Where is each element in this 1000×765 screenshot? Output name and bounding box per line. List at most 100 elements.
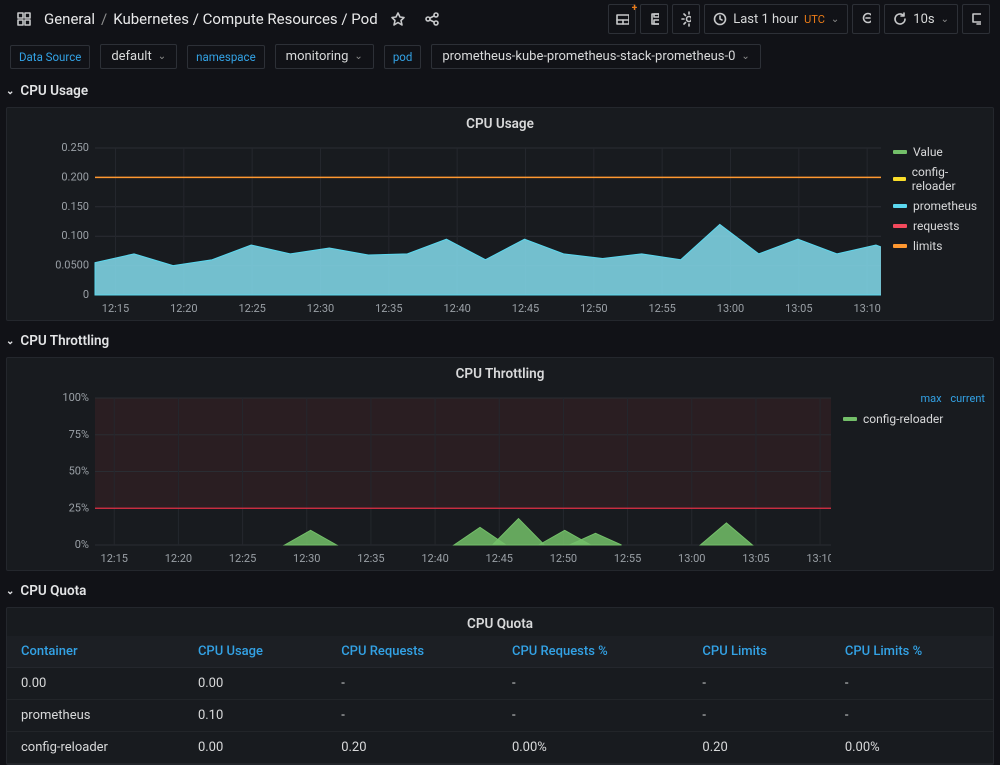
var-datasource-label: Data Source xyxy=(10,45,90,69)
legend-item-config-reloader[interactable]: config-reloader xyxy=(843,409,985,429)
row-cpu-usage-title: CPU Usage xyxy=(20,83,88,99)
row-cpu-quota-header[interactable]: ⌄ CPU Quota xyxy=(0,579,1000,603)
breadcrumb: General / Kubernetes / Compute Resources… xyxy=(44,10,378,28)
legend-col-current[interactable]: current xyxy=(950,392,985,405)
refresh-interval: 10s xyxy=(913,12,934,27)
svg-text:12:25: 12:25 xyxy=(238,302,265,315)
chevron-down-icon: ⌄ xyxy=(354,51,362,62)
row-cpu-throttling-header[interactable]: ⌄ CPU Throttling xyxy=(0,329,1000,353)
svg-text:13:00: 13:00 xyxy=(678,552,705,565)
zoom-out-icon[interactable] xyxy=(852,4,880,34)
settings-gear-icon[interactable] xyxy=(672,4,700,34)
time-range-picker[interactable]: Last 1 hour UTC ⌄ xyxy=(704,4,848,34)
legend-item-config-reloader[interactable]: config-reloader xyxy=(893,162,985,196)
svg-text:0%: 0% xyxy=(75,538,89,551)
svg-text:12:50: 12:50 xyxy=(580,302,607,315)
col-cpu-usage[interactable]: CPU Usage xyxy=(184,636,327,668)
svg-text:12:45: 12:45 xyxy=(512,302,539,315)
var-pod-value: prometheus-kube-prometheus-stack-prometh… xyxy=(442,49,735,64)
breadcrumb-folder[interactable]: General xyxy=(44,10,95,28)
var-pod-label: pod xyxy=(384,45,422,69)
table-cell: - xyxy=(688,700,830,732)
svg-text:12:15: 12:15 xyxy=(102,302,129,315)
cpu-throttling-legend: max current config-reloader xyxy=(835,386,993,570)
legend-item-value[interactable]: Value xyxy=(893,142,985,162)
svg-text:12:55: 12:55 xyxy=(614,552,641,565)
add-panel-icon[interactable] xyxy=(608,4,636,34)
legend-item-requests[interactable]: requests xyxy=(893,216,985,236)
table-cell: 0.00 xyxy=(184,668,327,700)
dashboard-grid-icon[interactable] xyxy=(10,5,38,33)
svg-text:12:35: 12:35 xyxy=(357,552,384,565)
svg-text:0.150: 0.150 xyxy=(61,200,89,213)
svg-text:0: 0 xyxy=(83,288,89,301)
chevron-down-icon: ⌄ xyxy=(741,51,749,62)
panel-cpu-quota: CPU Quota Container CPU Usage CPU Reques… xyxy=(6,607,994,765)
svg-text:0.100: 0.100 xyxy=(61,229,89,242)
table-cell: - xyxy=(498,668,688,700)
template-variables-row: Data Source default ⌄ namespace monitori… xyxy=(0,38,1000,79)
chevron-down-icon: ⌄ xyxy=(941,14,949,25)
panel-cpu-usage-title: CPU Usage xyxy=(7,108,993,136)
svg-text:12:40: 12:40 xyxy=(443,302,470,315)
var-datasource-select[interactable]: default ⌄ xyxy=(100,44,177,69)
var-datasource-value: default xyxy=(111,49,151,64)
svg-text:25%: 25% xyxy=(69,501,89,514)
legend-item-prometheus[interactable]: prometheus xyxy=(893,196,985,216)
svg-text:12:45: 12:45 xyxy=(486,552,513,565)
legend-item-limits[interactable]: limits xyxy=(893,236,985,256)
cpu-throttling-chart[interactable]: 0%25%50%75%100%12:1512:2012:2512:3012:35… xyxy=(7,386,835,570)
table-cell: - xyxy=(327,668,498,700)
var-namespace-select[interactable]: monitoring ⌄ xyxy=(275,44,374,69)
table-cell: 0.00 xyxy=(184,732,327,764)
topbar: General / Kubernetes / Compute Resources… xyxy=(0,0,1000,38)
row-cpu-usage-header[interactable]: ⌄ CPU Usage xyxy=(0,79,1000,103)
col-cpu-requests-pct[interactable]: CPU Requests % xyxy=(498,636,688,668)
svg-text:12:20: 12:20 xyxy=(170,302,197,315)
svg-text:12:50: 12:50 xyxy=(550,552,577,565)
cpu-usage-chart[interactable]: 00.05000.1000.1500.2000.25012:1512:2012:… xyxy=(7,136,885,320)
svg-text:50%: 50% xyxy=(69,465,89,478)
breadcrumb-sep: / xyxy=(101,10,107,28)
chevron-down-icon: ⌄ xyxy=(158,51,166,62)
table-cell: 0.20 xyxy=(688,732,830,764)
table-cell: - xyxy=(498,700,688,732)
col-cpu-limits-pct[interactable]: CPU Limits % xyxy=(831,636,993,668)
table-cell: 0.00 xyxy=(7,668,184,700)
share-icon[interactable] xyxy=(418,5,446,33)
table-cell: 0.20 xyxy=(327,732,498,764)
svg-text:12:40: 12:40 xyxy=(421,552,448,565)
panel-cpu-throttling: CPU Throttling 0%25%50%75%100%12:1512:20… xyxy=(6,357,994,571)
table-cell: - xyxy=(831,668,993,700)
svg-text:13:05: 13:05 xyxy=(785,302,812,315)
svg-text:0.0500: 0.0500 xyxy=(55,259,89,272)
col-cpu-limits[interactable]: CPU Limits xyxy=(688,636,830,668)
breadcrumb-dashboard[interactable]: Kubernetes / Compute Resources / Pod xyxy=(113,10,377,28)
col-cpu-requests[interactable]: CPU Requests xyxy=(327,636,498,668)
table-row: config-reloader0.000.200.00%0.200.00% xyxy=(7,732,993,764)
legend-col-max[interactable]: max xyxy=(920,392,941,405)
star-icon[interactable] xyxy=(384,5,412,33)
svg-text:13:10: 13:10 xyxy=(853,302,880,315)
svg-text:0.200: 0.200 xyxy=(61,170,89,183)
chevron-down-icon: ⌄ xyxy=(831,14,839,25)
row-cpu-throttling-title: CPU Throttling xyxy=(20,333,109,349)
col-container[interactable]: Container xyxy=(7,636,184,668)
table-cell: prometheus xyxy=(7,700,184,732)
row-cpu-quota-title: CPU Quota xyxy=(20,583,86,599)
refresh-picker[interactable]: 10s ⌄ xyxy=(884,4,958,34)
cpu-quota-table: Container CPU Usage CPU Requests CPU Req… xyxy=(7,636,993,764)
svg-text:12:30: 12:30 xyxy=(293,552,320,565)
svg-text:12:15: 12:15 xyxy=(101,552,128,565)
table-cell: - xyxy=(831,700,993,732)
time-range-label: Last 1 hour xyxy=(733,12,798,27)
panel-cpu-quota-title: CPU Quota xyxy=(7,608,993,636)
tv-mode-icon[interactable] xyxy=(962,4,990,34)
var-pod-select[interactable]: prometheus-kube-prometheus-stack-prometh… xyxy=(431,44,760,69)
table-cell: 0.00% xyxy=(831,732,993,764)
panel-cpu-throttling-title: CPU Throttling xyxy=(7,358,993,386)
table-row: prometheus0.10---- xyxy=(7,700,993,732)
svg-text:12:30: 12:30 xyxy=(307,302,334,315)
caret-down-icon: ⌄ xyxy=(6,86,14,97)
save-icon[interactable] xyxy=(640,4,668,34)
